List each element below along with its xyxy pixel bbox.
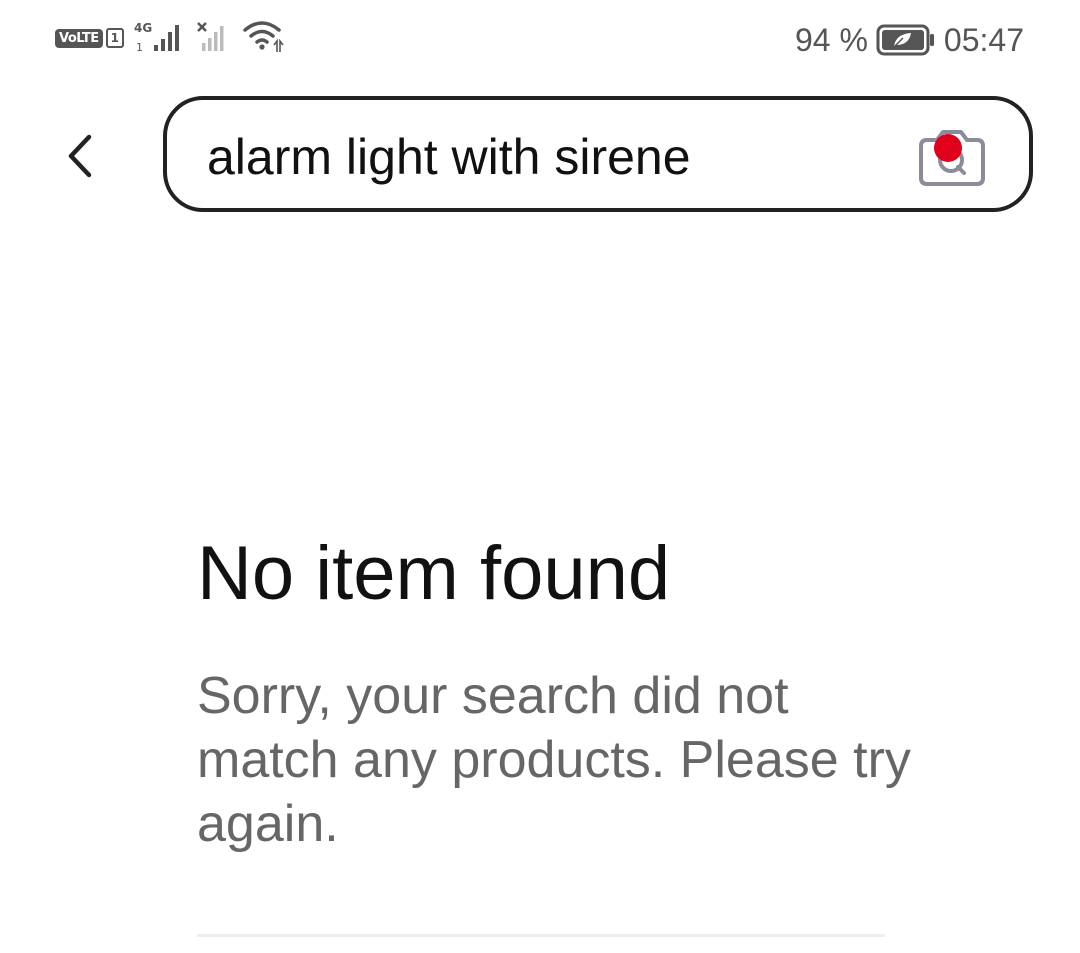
status-right: 94 % 05:47	[795, 18, 1024, 62]
search-bar[interactable]: alarm light with sirene	[163, 96, 1033, 212]
wifi-icon	[242, 21, 286, 53]
search-input[interactable]: alarm light with sirene	[207, 128, 691, 186]
svg-text:1: 1	[136, 41, 143, 53]
no-signal-icon	[196, 22, 232, 53]
clock: 05:47	[943, 21, 1024, 58]
volte-indicator: VoLTE 1	[55, 28, 125, 48]
divider	[197, 934, 885, 937]
chevron-left-icon	[68, 134, 92, 178]
sim-badge: 1	[105, 28, 125, 48]
empty-state-title: No item found	[197, 531, 671, 616]
status-indicators: VoLTE 1 4G 1	[55, 18, 286, 58]
back-button[interactable]	[56, 126, 104, 186]
image-search-button[interactable]	[915, 126, 989, 188]
empty-state-message: Sorry, your search did not match any pro…	[197, 667, 911, 853]
status-bar: VoLTE 1 4G 1 94 % 05:47	[0, 0, 1080, 80]
signal-strength-icon: 4G 1	[134, 21, 186, 53]
notification-dot	[934, 134, 962, 162]
battery-icon	[876, 23, 936, 57]
network-type-label: 4G	[134, 21, 153, 35]
battery-percent: 94 %	[794, 21, 868, 58]
volte-badge: VoLTE	[55, 28, 103, 48]
search-results-screen: VoLTE 1 4G 1 94 % 05:47 alarm light with…	[0, 0, 1080, 953]
